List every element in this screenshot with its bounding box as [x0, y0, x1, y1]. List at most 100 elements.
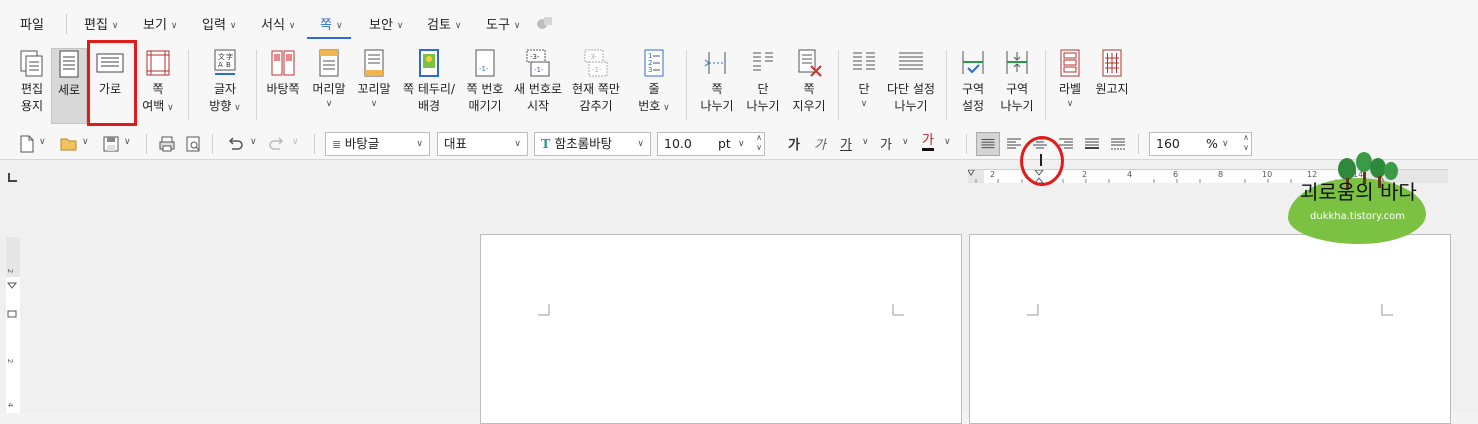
print-preview-icon[interactable]: [184, 135, 202, 153]
menu-page[interactable]: 쪽 ∨: [320, 14, 343, 33]
section-settings-button[interactable]: 구역 설정: [955, 48, 991, 124]
style-select[interactable]: ≣ 바탕글 ∨: [325, 132, 430, 156]
line-number-icon: 1 2 3: [644, 49, 664, 77]
line-number-label-row: 번호 ∨: [638, 98, 670, 115]
format-toolbar: ∨ ∨ ∨ ∨ ∨ ≣ 바탕글 ∨ 대표 ∨ T 함초롬바탕 ∨ 10.0 pt…: [0, 128, 1478, 160]
background-page-button[interactable]: 바탕쪽: [265, 48, 301, 124]
page-border-label-2: 배경: [417, 99, 441, 113]
align-distribute-icon[interactable]: [1080, 132, 1104, 156]
chevron-down-icon[interactable]: ∨: [862, 137, 869, 147]
menu-review-label: 검토: [427, 18, 451, 33]
header-button[interactable]: 머리말 ∨: [311, 48, 347, 124]
print-icon[interactable]: [158, 135, 176, 153]
vertical-ruler[interactable]: 2 2 4: [6, 237, 20, 413]
portrait-button[interactable]: 세로: [51, 48, 87, 124]
menu-security[interactable]: 보안 ∨: [369, 14, 404, 33]
font-size-input[interactable]: 10.0 pt ∨ ∧ ∨: [657, 132, 765, 156]
chevron-down-icon[interactable]: ∨: [39, 137, 46, 147]
delete-page-button[interactable]: 쪽 지우기: [789, 48, 829, 124]
page-margin-button[interactable]: 쪽 여백 ∨: [138, 48, 178, 124]
save-icon[interactable]: [102, 135, 120, 153]
line-number-label-2: 번호: [638, 99, 661, 113]
edit-paper-label-1: 편집: [20, 82, 44, 96]
menu-tools[interactable]: 도구 ∨: [486, 14, 521, 33]
chevron-down-icon[interactable]: ∨: [82, 137, 89, 147]
shapes-icon[interactable]: [536, 15, 554, 31]
style-value: 바탕글: [344, 136, 380, 151]
menu-tools-label: 도구: [486, 18, 510, 33]
document-workspace[interactable]: 2 2 4 6 8 10 12 14 16 2 2 4: [0, 161, 1478, 424]
chevron-down-icon[interactable]: ∨: [250, 137, 257, 147]
toolbar-divider: [146, 134, 147, 154]
manuscript-button[interactable]: 원고지: [1092, 48, 1132, 124]
underline-button[interactable]: 가: [840, 134, 852, 153]
line-number-label-1: 줄: [648, 82, 660, 96]
page-margin-label-1: 쪽: [152, 82, 164, 96]
new-number-button[interactable]: -3- -1- 새 번호로 시작: [514, 48, 562, 124]
footer-button[interactable]: 꼬리말 ∨: [356, 48, 392, 124]
chevron-down-icon: ∨: [396, 21, 404, 31]
multi-column-break-button[interactable]: 다단 설정 나누기: [884, 48, 938, 124]
font-group-select[interactable]: 대표 ∨: [437, 132, 528, 156]
manuscript-grid-icon: [1102, 49, 1122, 77]
redo-icon[interactable]: [268, 135, 286, 153]
menu-edit[interactable]: 편집 ∨: [84, 14, 119, 33]
chevron-down-icon: ∨: [660, 103, 670, 113]
menu-review[interactable]: 검토 ∨: [427, 14, 462, 33]
zoom-spinner[interactable]: ∧ ∨: [1243, 133, 1249, 153]
blog-watermark: 괴로움의 바다 dukkha.tistory.com: [1286, 152, 1436, 248]
hide-current-page-button[interactable]: -3- -1- 현재 쪽만 감추기: [570, 48, 622, 124]
text-direction-button[interactable]: 文 字 A B 글자 방향 ∨: [205, 48, 245, 124]
new-number-label-2: 시작: [526, 99, 550, 113]
strikethrough-button[interactable]: 가: [880, 134, 892, 153]
align-justify-icon[interactable]: [976, 132, 1000, 156]
line-number-button[interactable]: 1 2 3 줄 번호 ∨: [634, 48, 674, 124]
page-border-button[interactable]: 쪽 테두리/ 배경: [401, 48, 457, 124]
zoom-input[interactable]: 160 % ∨ ∧ ∨: [1149, 132, 1252, 156]
tab-stop-selector[interactable]: [8, 173, 17, 182]
edit-paper-button[interactable]: 편집 용지: [14, 48, 50, 124]
svg-text:3: 3: [648, 66, 652, 74]
align-divide-icon[interactable]: [1106, 132, 1130, 156]
column-break-button[interactable]: 단 나누기: [743, 48, 783, 124]
zoom-unit: %: [1206, 136, 1218, 151]
hide-page-icon: -3- -1-: [584, 49, 608, 77]
document-page[interactable]: [969, 234, 1451, 424]
open-folder-icon[interactable]: [60, 135, 78, 153]
column-break-icon: [753, 52, 773, 71]
ruler-number: 6: [1173, 170, 1179, 179]
menu-format[interactable]: 서식 ∨: [261, 14, 296, 33]
page-number-button[interactable]: -1- 쪽 번호 매기기: [463, 48, 507, 124]
page-number-label-1: 쪽 번호: [466, 82, 504, 96]
page-break-icon: [704, 52, 726, 74]
font-size-spinner[interactable]: ∧ ∨: [756, 133, 762, 153]
chevron-down-icon: ∨: [111, 21, 119, 31]
page-break-button[interactable]: 쪽 나누기: [697, 48, 737, 124]
chevron-down-icon: ∨: [288, 21, 296, 31]
font-group-value: 대표: [444, 136, 468, 151]
italic-button[interactable]: 가: [814, 134, 826, 153]
section-break-button[interactable]: 구역 나누기: [997, 48, 1037, 124]
chevron-down-icon[interactable]: ∨: [1222, 133, 1229, 155]
font-color-button[interactable]: 가: [922, 134, 934, 151]
chevron-down-icon[interactable]: ∨: [944, 137, 951, 147]
chevron-down-icon[interactable]: ∨: [902, 137, 909, 147]
document-page[interactable]: [480, 234, 962, 424]
bold-button[interactable]: 가: [788, 134, 800, 153]
menu-file[interactable]: 파일: [20, 14, 44, 33]
menu-view[interactable]: 보기 ∨: [143, 14, 178, 33]
chevron-down-icon[interactable]: ∨: [124, 137, 131, 147]
chevron-down-icon: ∨: [164, 103, 174, 113]
label-button[interactable]: 라벨 ∨: [1053, 48, 1087, 124]
undo-icon[interactable]: [226, 135, 244, 153]
chevron-down-icon[interactable]: ∨: [292, 137, 299, 147]
menu-input[interactable]: 입력 ∨: [202, 14, 237, 33]
ribbon-divider: [686, 50, 687, 120]
menu-format-label: 서식: [261, 18, 285, 33]
chevron-down-icon[interactable]: ∨: [738, 133, 745, 155]
font-select[interactable]: T 함초롬바탕 ∨: [534, 132, 651, 156]
new-document-icon[interactable]: [18, 135, 36, 153]
ribbon: 편집 용지 세로 가로 쪽 여백 ∨ 文 字 A B 글자 방향 ∨ 바탕쪽 머…: [0, 42, 1478, 128]
columns-button[interactable]: 단 ∨: [846, 48, 882, 124]
columns-label: 단: [858, 82, 870, 96]
